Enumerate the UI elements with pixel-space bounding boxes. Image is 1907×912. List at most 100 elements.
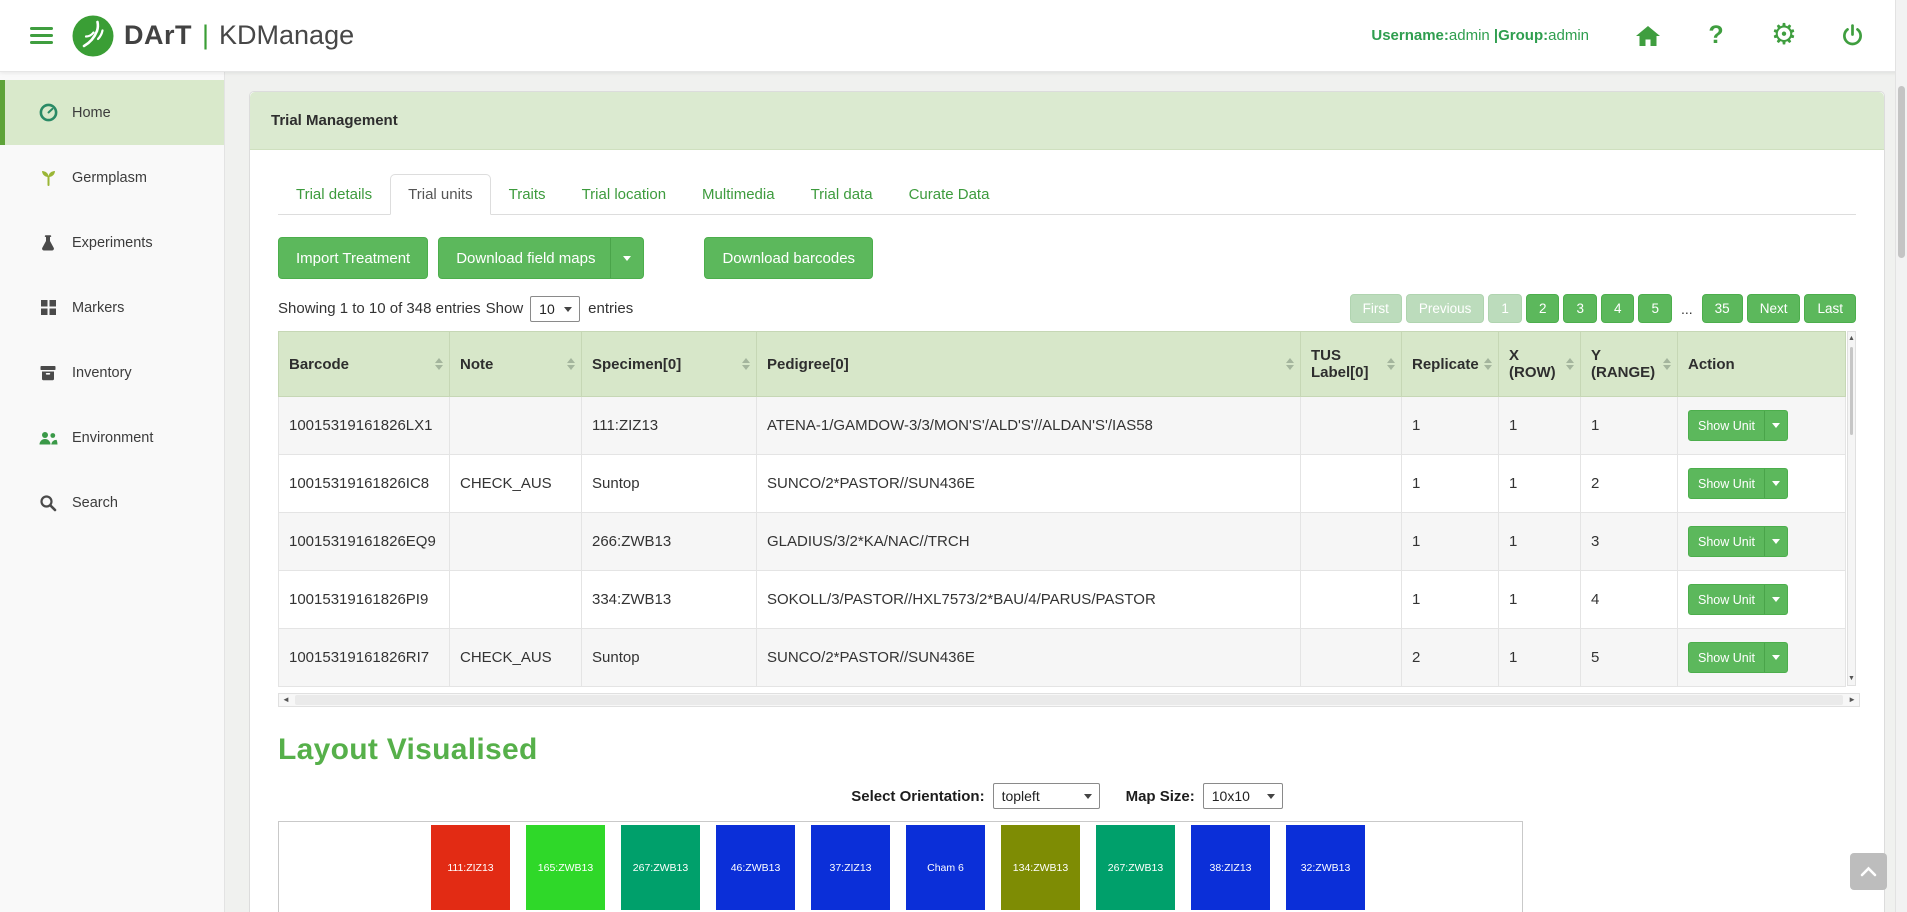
column-header-specimen[interactable]: Specimen[0] bbox=[582, 332, 757, 397]
download-field-maps-dropdown-toggle[interactable] bbox=[610, 238, 643, 278]
sidebar-item-environment[interactable]: Environment bbox=[0, 405, 224, 470]
scrollbar-thumb[interactable] bbox=[1850, 347, 1853, 435]
help-icon[interactable]: ? bbox=[1701, 21, 1731, 51]
scroll-down-icon[interactable]: ▼ bbox=[1848, 672, 1855, 685]
sidebar-item-germplasm[interactable]: Germplasm bbox=[0, 145, 224, 210]
map-size-select-wrap: 10x10 bbox=[1203, 783, 1283, 809]
scroll-up-icon[interactable]: ▲ bbox=[1848, 332, 1855, 345]
group-label: Group: bbox=[1498, 27, 1548, 44]
show-unit-button[interactable]: Show Unit bbox=[1688, 642, 1788, 673]
show-unit-button[interactable]: Show Unit bbox=[1688, 410, 1788, 441]
topbar: DArT | KDManage Username:admin |Group:ad… bbox=[0, 0, 1907, 72]
download-barcodes-button[interactable]: Download barcodes bbox=[704, 237, 873, 279]
layout-tile[interactable]: 111:ZIZ13 bbox=[431, 825, 510, 910]
column-header-tus-label[interactable]: TUS Label[0] bbox=[1301, 332, 1402, 397]
show-unit-dropdown-toggle[interactable] bbox=[1764, 411, 1787, 440]
user-info: Username:admin |Group:admin bbox=[1371, 27, 1589, 44]
sidebar-item-search[interactable]: Search bbox=[0, 470, 224, 535]
sidebar-item-inventory[interactable]: Inventory bbox=[0, 340, 224, 405]
sort-icon bbox=[435, 358, 443, 370]
pagination-page-35-button[interactable]: 35 bbox=[1702, 294, 1743, 323]
cell-action: Show Unit bbox=[1678, 629, 1846, 687]
download-field-maps-button[interactable]: Download field maps bbox=[438, 237, 644, 279]
column-header-y-range[interactable]: Y (RANGE) bbox=[1581, 332, 1678, 397]
tab-multimedia[interactable]: Multimedia bbox=[684, 174, 793, 215]
settings-gear-icon[interactable]: ⚙ bbox=[1769, 21, 1799, 51]
column-header-pedigree[interactable]: Pedigree[0] bbox=[757, 332, 1301, 397]
layout-tile[interactable]: Cham 6 bbox=[906, 825, 985, 910]
pagination-page-5-button[interactable]: 5 bbox=[1638, 294, 1672, 323]
caret-down-icon bbox=[1772, 481, 1780, 486]
search-icon bbox=[37, 494, 59, 512]
orientation-select[interactable]: topleft bbox=[994, 784, 1099, 808]
layout-tile[interactable]: 267:ZWB13 bbox=[621, 825, 700, 910]
tab-trial-data[interactable]: Trial data bbox=[793, 174, 891, 215]
sidebar-item-home[interactable]: Home bbox=[0, 80, 224, 145]
show-unit-dropdown-toggle[interactable] bbox=[1764, 585, 1787, 614]
layout-tile[interactable]: 165:ZWB13 bbox=[526, 825, 605, 910]
layout-map-container: 111:ZIZ13 165:ZWB13 267:ZWB13 46:ZWB13 3… bbox=[278, 821, 1523, 912]
show-unit-dropdown-toggle[interactable] bbox=[1764, 469, 1787, 498]
window-scrollbar[interactable] bbox=[1895, 0, 1907, 912]
pagination-next-button[interactable]: Next bbox=[1747, 294, 1801, 323]
sidebar: Home Germplasm Experiments Markers Inven… bbox=[0, 72, 225, 912]
pagination-page-4-button[interactable]: 4 bbox=[1601, 294, 1635, 323]
show-unit-button[interactable]: Show Unit bbox=[1688, 526, 1788, 557]
layout-tile[interactable]: 37:ZIZ13 bbox=[811, 825, 890, 910]
column-header-x-row[interactable]: X (ROW) bbox=[1499, 332, 1581, 397]
pagination-first-button[interactable]: First bbox=[1350, 294, 1402, 323]
cell-specimen: Suntop bbox=[582, 629, 757, 687]
show-unit-dropdown-toggle[interactable] bbox=[1764, 643, 1787, 672]
cell-note bbox=[450, 571, 582, 629]
tab-trial-units[interactable]: Trial units bbox=[390, 174, 490, 215]
tab-trial-location[interactable]: Trial location bbox=[564, 174, 684, 215]
sidebar-item-label: Environment bbox=[72, 430, 153, 446]
tab-curate-data[interactable]: Curate Data bbox=[891, 174, 1008, 215]
power-logout-icon[interactable] bbox=[1837, 21, 1867, 51]
username-value: admin bbox=[1449, 27, 1490, 44]
layout-tile[interactable]: 38:ZIZ13 bbox=[1191, 825, 1270, 910]
column-header-note[interactable]: Note bbox=[450, 332, 582, 397]
table-zone: Barcode Note Specimen[0] Pedigree[0] TUS… bbox=[278, 331, 1856, 687]
caret-down-icon bbox=[1772, 597, 1780, 602]
trial-units-table: Barcode Note Specimen[0] Pedigree[0] TUS… bbox=[278, 331, 1846, 687]
cell-specimen: 334:ZWB13 bbox=[582, 571, 757, 629]
plant-icon bbox=[37, 168, 59, 187]
layout-tile[interactable]: 134:ZWB13 bbox=[1001, 825, 1080, 910]
layout-tile[interactable]: 267:ZWB13 bbox=[1096, 825, 1175, 910]
pagination-last-button[interactable]: Last bbox=[1804, 294, 1856, 323]
brand-product-name: KDManage bbox=[219, 20, 354, 51]
home-icon[interactable] bbox=[1633, 21, 1663, 51]
show-unit-button[interactable]: Show Unit bbox=[1688, 468, 1788, 499]
menu-toggle-icon[interactable] bbox=[30, 27, 53, 44]
pagination-page-2-button[interactable]: 2 bbox=[1526, 294, 1560, 323]
tab-trial-details[interactable]: Trial details bbox=[278, 174, 390, 215]
scroll-left-icon[interactable]: ◄ bbox=[279, 694, 293, 706]
dart-logo-icon bbox=[71, 14, 115, 58]
pagination-page-3-button[interactable]: 3 bbox=[1563, 294, 1597, 323]
pagination-previous-button[interactable]: Previous bbox=[1406, 294, 1485, 323]
back-to-top-button[interactable] bbox=[1850, 853, 1887, 890]
pagination-page-1-button[interactable]: 1 bbox=[1488, 294, 1522, 323]
scrollbar-thumb[interactable] bbox=[1898, 86, 1905, 258]
show-unit-button[interactable]: Show Unit bbox=[1688, 584, 1788, 615]
archive-box-icon bbox=[37, 364, 59, 382]
column-header-barcode[interactable]: Barcode bbox=[279, 332, 450, 397]
show-unit-dropdown-toggle[interactable] bbox=[1764, 527, 1787, 556]
page-size-select[interactable]: 10 bbox=[531, 297, 579, 321]
table-vertical-scrollbar[interactable]: ▲ ▼ bbox=[1847, 331, 1856, 686]
table-horizontal-scrollbar[interactable]: ◄ ► bbox=[278, 693, 1860, 707]
import-treatment-button[interactable]: Import Treatment bbox=[278, 237, 428, 279]
sidebar-item-markers[interactable]: Markers bbox=[0, 275, 224, 340]
tab-traits[interactable]: Traits bbox=[491, 174, 564, 215]
cell-tus-label bbox=[1301, 397, 1402, 455]
layout-tile[interactable]: 32:ZWB13 bbox=[1286, 825, 1365, 910]
sidebar-item-experiments[interactable]: Experiments bbox=[0, 210, 224, 275]
map-size-select[interactable]: 10x10 bbox=[1204, 784, 1282, 808]
layout-tile[interactable]: 46:ZWB13 bbox=[716, 825, 795, 910]
scroll-right-icon[interactable]: ► bbox=[1845, 694, 1859, 706]
scrollbar-thumb[interactable] bbox=[295, 695, 1843, 705]
pagination: First Previous 1 2 3 4 5 ... 35 Next Las… bbox=[1350, 294, 1856, 323]
column-header-replicate[interactable]: Replicate bbox=[1402, 332, 1499, 397]
brand-logo[interactable]: DArT | KDManage bbox=[71, 14, 354, 58]
